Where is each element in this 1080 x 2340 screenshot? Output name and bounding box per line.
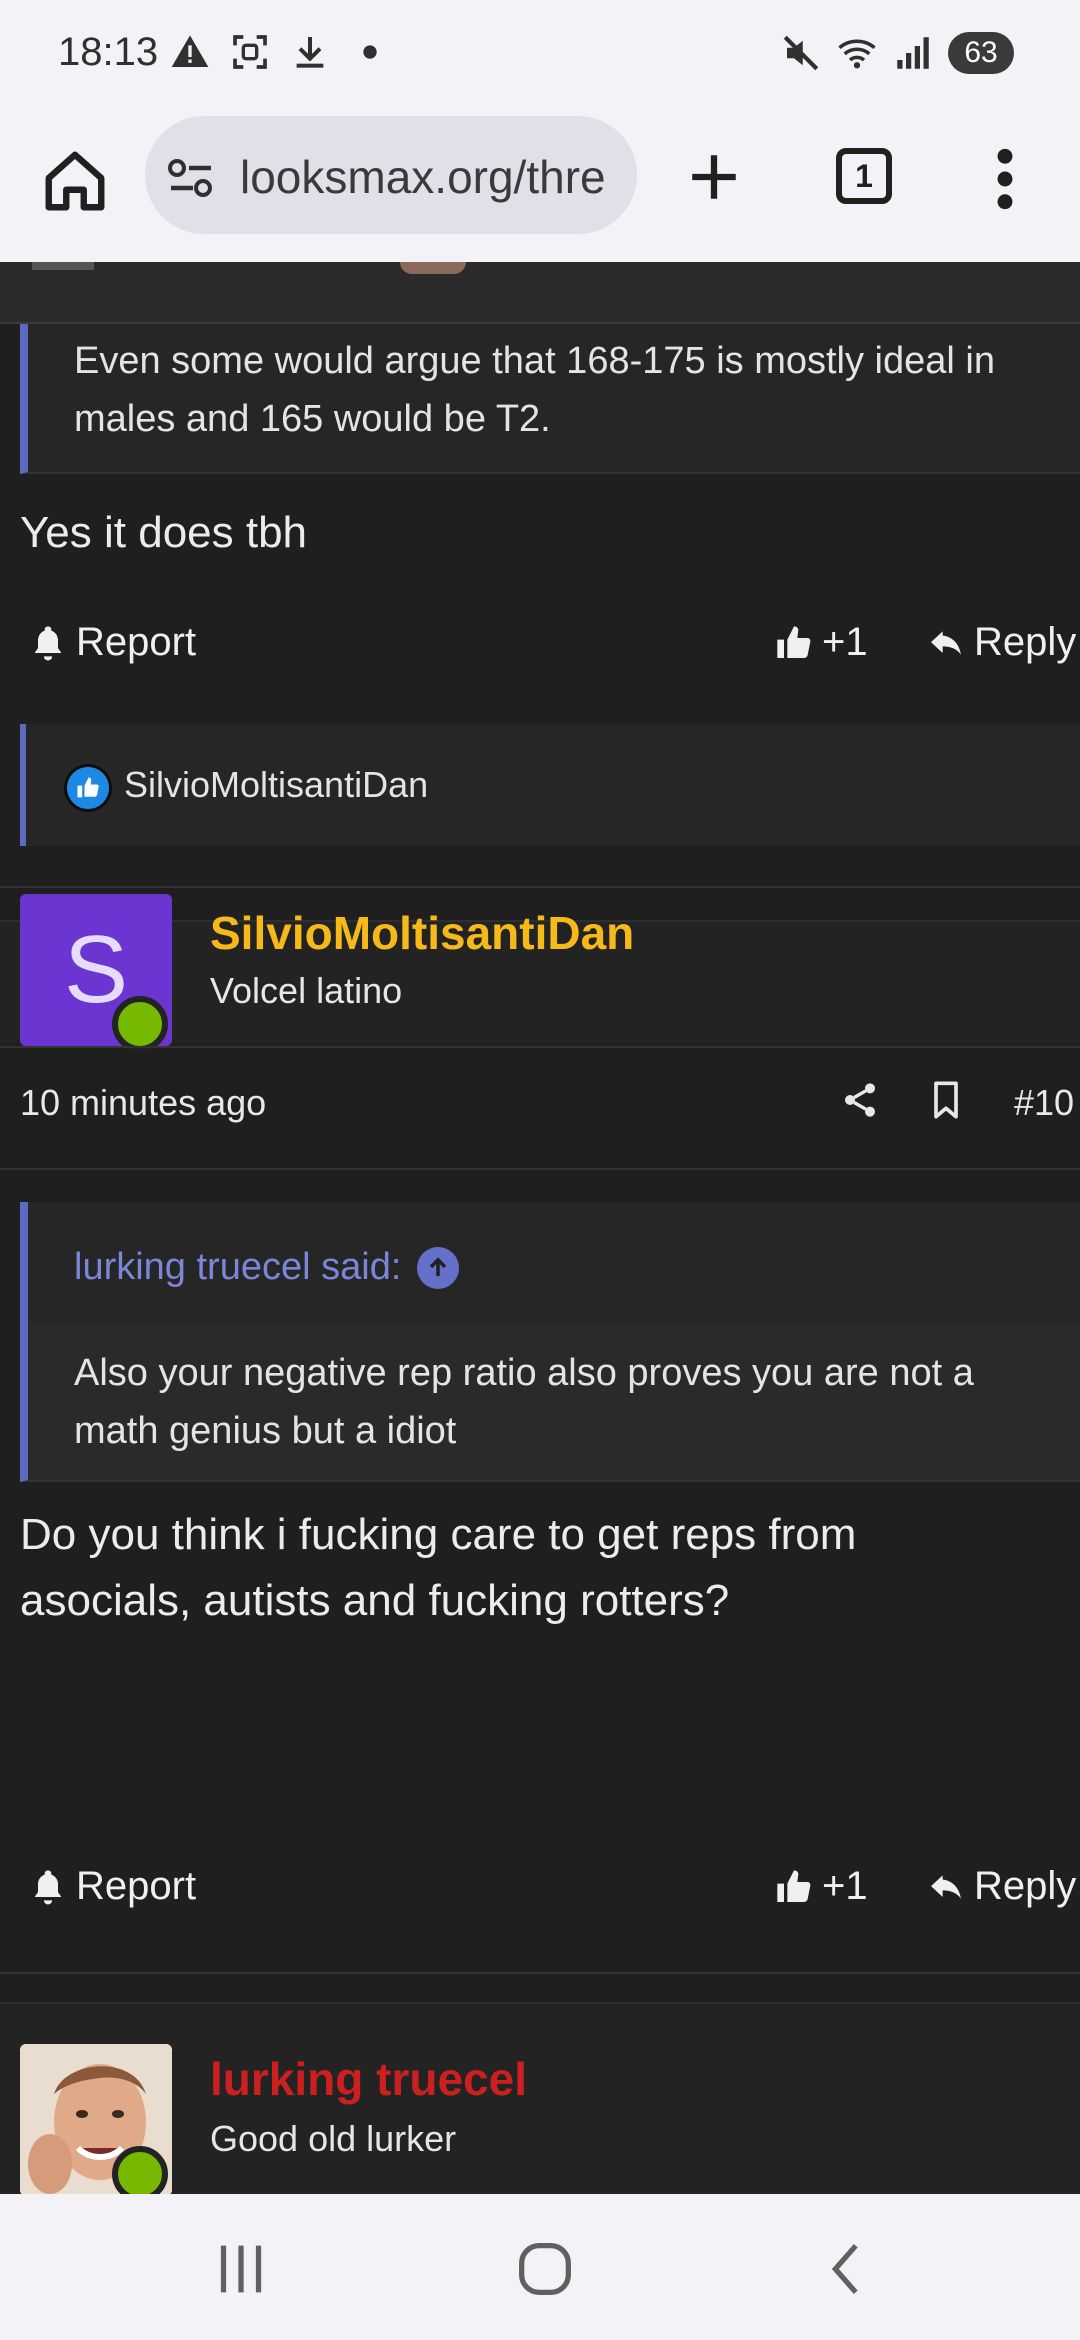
user-title: Good old lurker xyxy=(210,2118,457,2159)
bell-icon xyxy=(34,1869,62,1904)
thumbs-up-icon xyxy=(777,625,811,658)
dot-icon xyxy=(363,45,377,59)
like-button[interactable]: +1 xyxy=(774,1864,868,1909)
like-reaction-icon xyxy=(64,764,112,812)
reply-icon xyxy=(931,1874,961,1899)
reaction-user[interactable]: SilvioMoltisantiDan xyxy=(124,764,428,806)
quote-author-label: lurking truecel said: xyxy=(74,1246,402,1288)
divider xyxy=(0,1046,1080,1048)
report-button[interactable]: Report xyxy=(28,620,196,665)
report-label: Report xyxy=(76,1864,197,1908)
bell-icon xyxy=(34,625,62,660)
download-icon xyxy=(296,37,324,68)
like-count: +1 xyxy=(822,620,868,664)
site-settings-icon[interactable] xyxy=(167,158,215,198)
share-icon[interactable] xyxy=(840,1080,880,1120)
online-indicator xyxy=(112,2146,168,2194)
home-nav-icon[interactable] xyxy=(510,2234,580,2304)
reply-button[interactable]: Reply xyxy=(926,620,1076,665)
reply-button[interactable]: Reply xyxy=(926,1864,1076,1909)
post-user-header: lurking truecel Good old lurker xyxy=(0,2002,1080,2194)
message-text: Do you think i fucking care to get reps … xyxy=(20,1510,857,1625)
reply-label: Reply xyxy=(974,1864,1077,1908)
home-icon[interactable] xyxy=(40,146,110,216)
reactions-bar[interactable]: SilvioMoltisantiDan xyxy=(20,724,1080,846)
tab-switcher-button[interactable]: 1 xyxy=(836,148,892,204)
like-count: +1 xyxy=(822,1864,868,1908)
header-stub xyxy=(32,262,94,270)
post-time[interactable]: 10 minutes ago xyxy=(20,1082,266,1124)
more-menu-icon[interactable] xyxy=(990,148,1020,210)
jump-to-quote-icon[interactable] xyxy=(417,1246,460,1289)
quote-text: Also your negative rep ratio also proves… xyxy=(74,1352,974,1452)
like-button[interactable]: +1 xyxy=(774,620,868,665)
divider xyxy=(0,1168,1080,1170)
quote-body: Also your negative rep ratio also proves… xyxy=(20,1322,1080,1482)
bookmark-icon[interactable] xyxy=(926,1080,966,1120)
status-time: 18:13 xyxy=(58,30,159,74)
url-text: looksmax.org/thre xyxy=(240,151,606,203)
warning-icon xyxy=(171,35,209,67)
thumbs-up-icon xyxy=(777,1869,811,1902)
status-bar: 18:13 63 xyxy=(0,0,1080,110)
quote-block: Even some would argue that 168-175 is mo… xyxy=(20,324,1080,474)
quote-author[interactable]: lurking truecel said: xyxy=(74,1246,460,1289)
reply-icon xyxy=(931,630,961,655)
divider xyxy=(0,886,1080,888)
mute-icon xyxy=(783,35,819,71)
user-title: Volcel latino xyxy=(210,970,403,1011)
header-avatar-stub xyxy=(400,262,466,274)
screenshot-icon xyxy=(233,35,267,69)
divider xyxy=(0,1972,1080,1974)
post-number[interactable]: #10 xyxy=(1014,1082,1074,1124)
online-indicator xyxy=(112,996,168,1052)
message-text: Yes it does tbh xyxy=(20,508,308,557)
system-nav-bar xyxy=(0,2194,1080,2340)
wifi-icon xyxy=(838,39,876,69)
reply-label: Reply xyxy=(974,620,1077,664)
page-content: Even some would argue that 168-175 is mo… xyxy=(0,262,1080,2194)
report-label: Report xyxy=(76,620,197,664)
recent-apps-icon[interactable] xyxy=(206,2234,276,2304)
new-tab-icon[interactable] xyxy=(685,148,743,206)
post-user-header: S SilvioMoltisantiDan Volcel latino xyxy=(0,894,1080,1052)
username[interactable]: lurking truecel xyxy=(210,2052,527,2106)
username[interactable]: SilvioMoltisantiDan xyxy=(210,906,634,960)
browser-toolbar: looksmax.org/thre 1 xyxy=(0,110,1080,262)
battery-indicator: 63 xyxy=(948,32,1014,74)
address-bar[interactable]: looksmax.org/thre xyxy=(145,116,637,234)
signal-icon xyxy=(897,37,929,69)
report-button[interactable]: Report xyxy=(28,1864,196,1909)
quote-text: Even some would argue that 168-175 is mo… xyxy=(74,340,995,440)
sticky-header xyxy=(0,262,1080,324)
back-icon[interactable] xyxy=(812,2234,882,2304)
